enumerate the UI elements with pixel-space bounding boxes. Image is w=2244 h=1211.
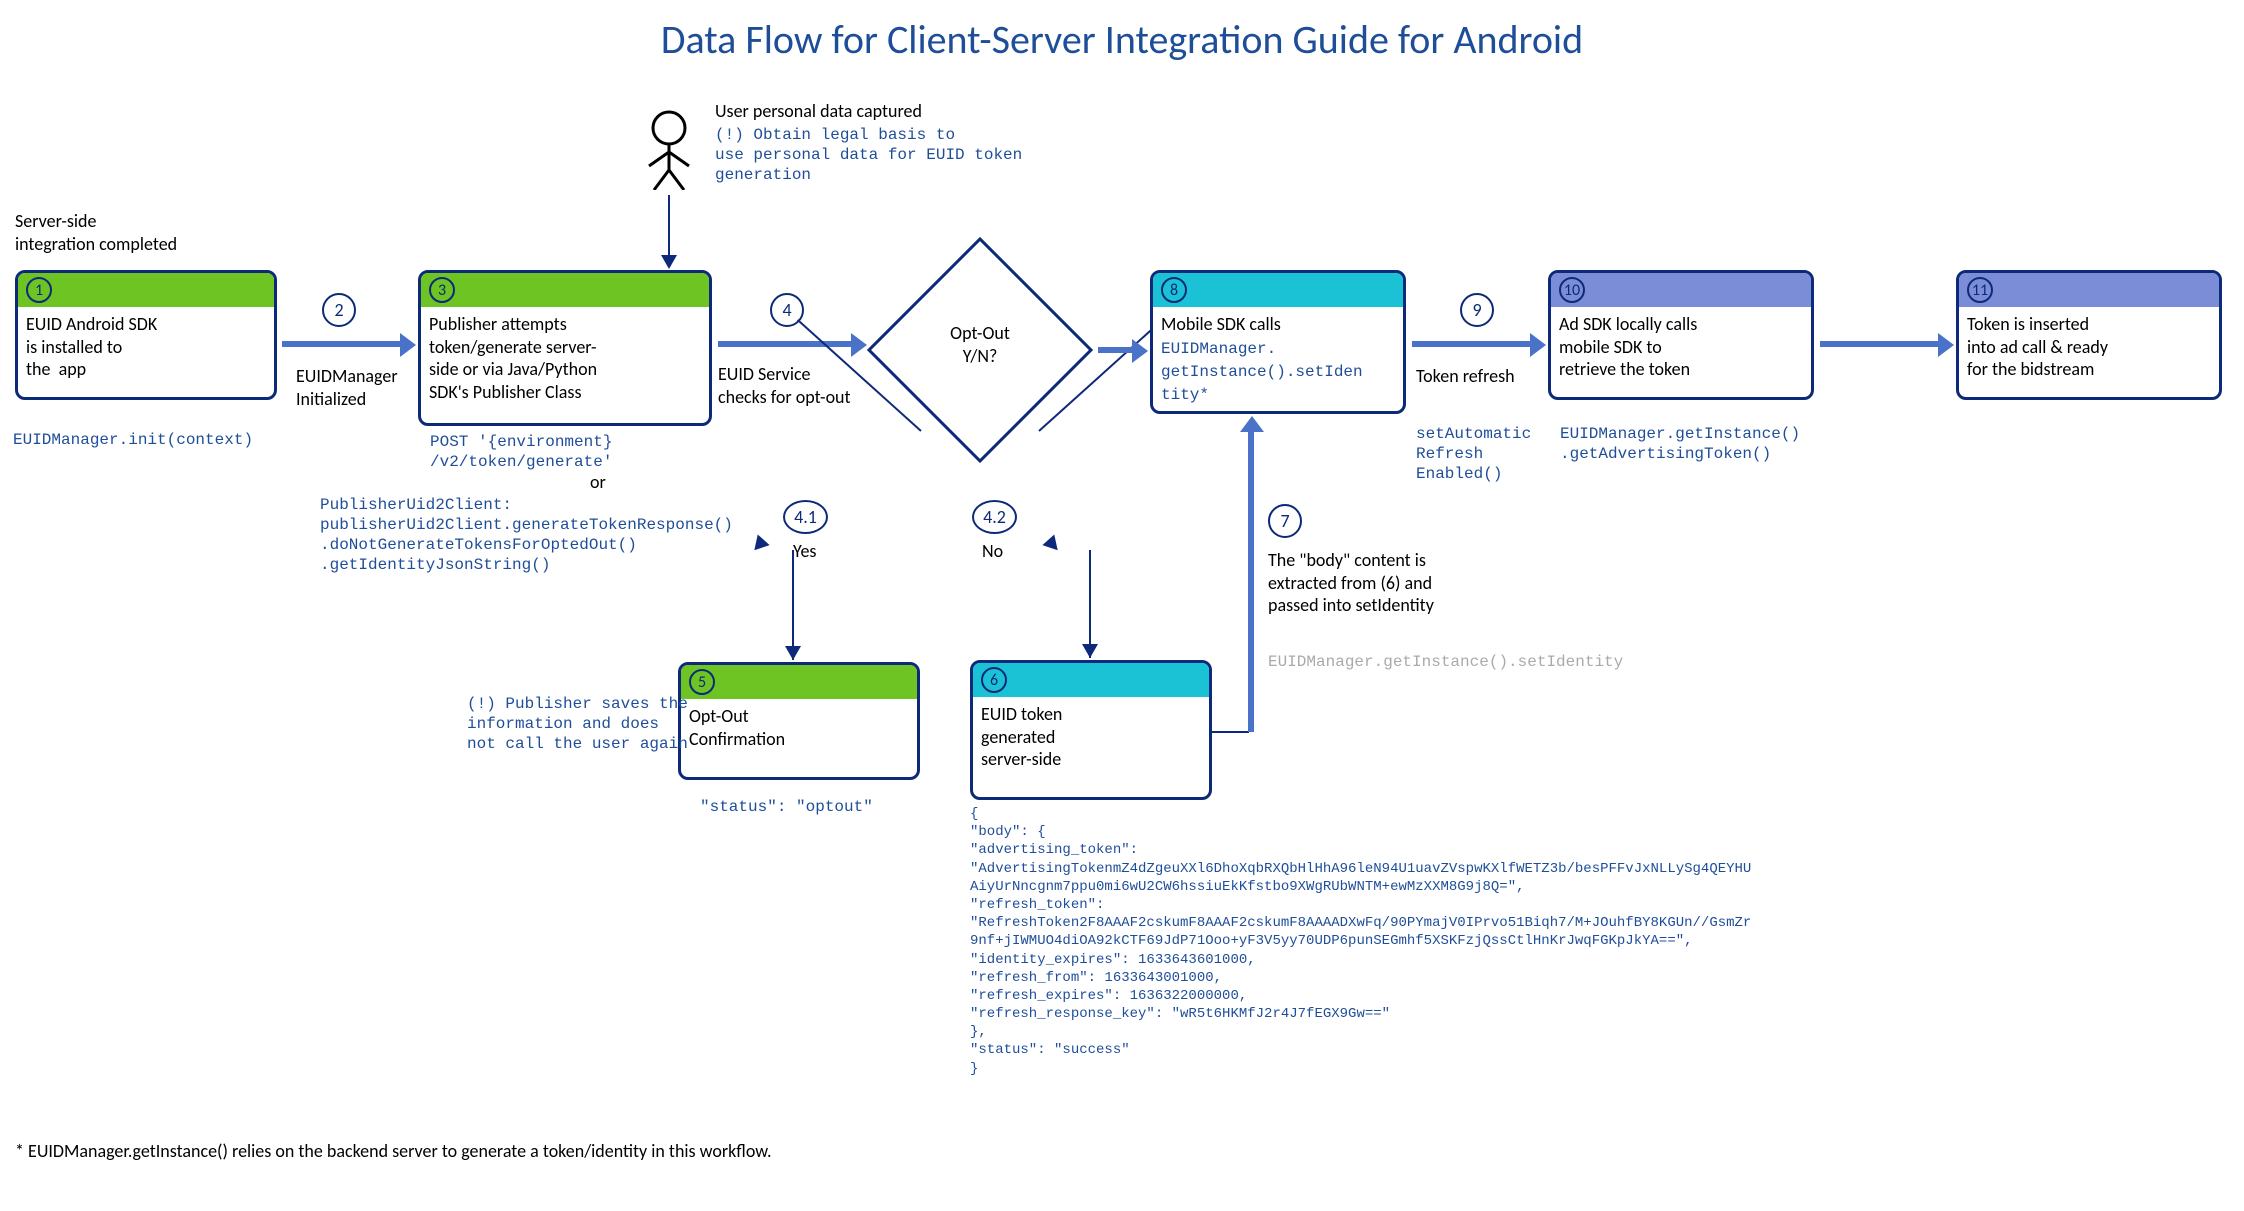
user-arrow-head (661, 255, 677, 269)
node-3: 3 Publisher attempts token/generate serv… (418, 270, 712, 426)
code-step5: "status": "optout" (700, 797, 873, 817)
node-11-body: Token is inserted into ad call & ready f… (1959, 307, 2219, 387)
step-9-label: Token refresh (1416, 365, 1515, 388)
node-10-step: 10 (1559, 277, 1585, 303)
step-4-label: EUID Service checks for opt-out (718, 363, 851, 408)
step-41-circle: 4.1 (783, 500, 828, 534)
code-step2: EUIDManager.init(context) (13, 430, 253, 450)
node-10: 10 Ad SDK locally calls mobile SDK to re… (1548, 270, 1814, 400)
step-9-circle: 9 (1460, 293, 1494, 327)
code-step7: EUIDManager.getInstance().setIdentity (1268, 652, 1623, 672)
node-1: 1 EUID Android SDK is installed to the a… (15, 270, 277, 400)
node-10-header: 10 (1551, 273, 1811, 307)
code-step10: EUIDManager.getInstance() .getAdvertisin… (1560, 424, 1800, 464)
diagram-title: Data Flow for Client-Server Integration … (0, 15, 2244, 64)
code-step3a: POST '{environment} /v2/token/generate' (430, 432, 612, 472)
json-response: { "body": { "advertising_token": "Advert… (970, 805, 1751, 1078)
code-step9: setAutomatic Refresh Enabled() (1416, 424, 1531, 484)
code-step3b: PublisherUid2Client: publisherUid2Client… (320, 495, 733, 575)
user-data-note: (!) Obtain legal basis to use personal d… (715, 125, 1022, 185)
42-to-6-line (1089, 550, 1091, 658)
user-data-label: User personal data captured (715, 100, 922, 123)
step-7-circle: 7 (1268, 504, 1302, 538)
arrow-1-to-3 (282, 341, 402, 347)
41-to-5-line (792, 550, 794, 660)
d-to-6-head (1042, 534, 1063, 555)
diamond-text: Opt-Out Y/N? (935, 322, 1025, 367)
step-42-label: No (982, 540, 1003, 563)
node-11-step: 11 (1967, 277, 1993, 303)
server-side-label: Server-side integration completed (15, 210, 177, 255)
d-to-5-head (748, 534, 769, 555)
node-6-step: 6 (981, 667, 1007, 693)
41-to-5-head (785, 646, 801, 660)
node-8-header: 8 (1153, 273, 1403, 307)
42-to-6-head (1082, 644, 1098, 658)
node-5-body: Opt-Out Confirmation (681, 699, 917, 756)
step-7-label: The "body" content is extracted from (6)… (1268, 549, 1434, 617)
footnote: * EUIDManager.getInstance() relies on th… (15, 1140, 772, 1162)
node-8-step: 8 (1161, 277, 1187, 303)
node-5: 5 Opt-Out Confirmation (678, 662, 920, 780)
node-11-header: 11 (1959, 273, 2219, 307)
node-1-header: 1 (18, 273, 274, 307)
step-41-label: Yes (793, 540, 816, 563)
arrow-3-to-d (718, 341, 853, 347)
node-8-text: Mobile SDK calls (1161, 313, 1281, 335)
arrow-6-to-8 (1248, 430, 1254, 732)
step-2-label: EUIDManager Initialized (296, 365, 398, 410)
6-to-7-hline (1212, 731, 1249, 733)
node-6-header: 6 (973, 663, 1209, 697)
code-step8: EUIDManager. getInstance().setIden tity* (1161, 340, 1363, 404)
node-3-header: 3 (421, 273, 709, 307)
node-1-body: EUID Android SDK is installed to the app (18, 307, 274, 387)
node-6-body: EUID token generated server-side (973, 697, 1209, 777)
node-8-body: Mobile SDK calls EUIDManager. getInstanc… (1153, 307, 1403, 411)
step-42-circle: 4.2 (972, 500, 1017, 534)
node-3-step: 3 (429, 277, 455, 303)
node-11: 11 Token is inserted into ad call & read… (1956, 270, 2222, 400)
code-step3-or: or (590, 471, 606, 494)
step-2-circle: 2 (322, 293, 356, 327)
node-1-step: 1 (26, 277, 52, 303)
node-10-body: Ad SDK locally calls mobile SDK to retri… (1551, 307, 1811, 387)
arrow-10-to-11 (1820, 341, 1940, 347)
node-5-note: (!) Publisher saves the information and … (467, 694, 688, 754)
node-5-header: 5 (681, 665, 917, 699)
node-8: 8 Mobile SDK calls EUIDManager. getInsta… (1150, 270, 1406, 414)
node-5-step: 5 (689, 669, 715, 695)
user-icon (639, 110, 699, 190)
arrow-d-to-8 (1098, 347, 1134, 353)
user-arrow-line (668, 195, 670, 255)
node-6: 6 EUID token generated server-side (970, 660, 1212, 800)
arrow-8-to-10 (1412, 341, 1532, 347)
node-3-body: Publisher attempts token/generate server… (421, 307, 709, 409)
